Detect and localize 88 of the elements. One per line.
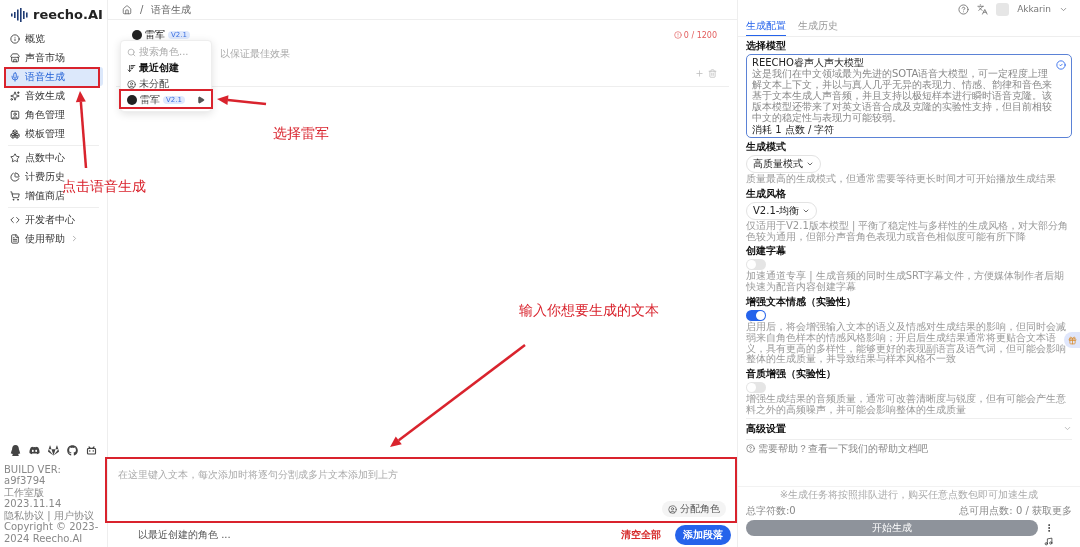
model-name: REECHO睿声人声大模型: [752, 57, 865, 68]
user-icon: [127, 79, 136, 89]
tv-icon[interactable]: [86, 444, 97, 456]
model-description: 这是我们在中文领域最为先进的SOTA语音大模型，可一定程度上理解文本上下文，并以与真人几乎无异的表现力、情感、韵律和音色来基于文本生成人声音频，并且支持以极短样本进行瞬时语音克隆。该版本模型还带来了对英文语音合成及克隆的实验性支持，但目前相较中文的稳定性与表现力可能较弱。: [752, 68, 1053, 123]
avatar-icon: [132, 30, 142, 40]
section-title: 选择模型: [746, 39, 787, 53]
model-card[interactable]: REECHO睿声人声大模型 这是我们在中文领域最为先进的SOTA语音大模型，可一定程度上理解文本上下文，并以与真人几乎无异的表现力、情感、韵律和音色来基于文本生成人声音频，并且支持以极短样本进行瞬时语音克隆。该版本模型还带来了对英文语音合成及克隆的实验性支持，但目前相较中文的稳定性与表现力可能较弱。 消耗 1 点数 / 字符: [746, 54, 1072, 138]
home-icon[interactable]: [122, 4, 132, 15]
nav-item[interactable]: 使用帮助: [4, 229, 85, 248]
check-icon: [1056, 60, 1066, 70]
star-icon: [10, 152, 20, 163]
annotation-arrow: [217, 95, 267, 106]
nav-item[interactable]: 开发者中心: [4, 210, 81, 229]
code-icon: [10, 214, 20, 225]
logo[interactable]: reecho.AI: [4, 0, 103, 29]
tab[interactable]: 生成配置: [746, 18, 786, 36]
default-role-text: 以最近创建的角色 ...: [138, 527, 232, 542]
search-icon: [127, 47, 136, 57]
section-title: 高级设置: [746, 421, 786, 436]
annotation-label: 输入你想要生成的文本: [519, 302, 659, 320]
toggle-switch[interactable]: [746, 382, 766, 394]
sort-icon: [127, 63, 136, 73]
gift-icon: [1067, 335, 1077, 345]
help-icon[interactable]: [958, 3, 970, 15]
menu-item[interactable]: 未分配: [124, 76, 208, 92]
help-icon: [746, 444, 755, 454]
user-icon: [668, 504, 677, 514]
chevron-icon: [70, 234, 79, 243]
boxes-icon: [10, 128, 20, 139]
hint-text: 质量最高的生成模式，但通常需要等待更长时间才可开始播放生成结果: [746, 174, 1057, 185]
section-title: 音质增强（实验性）: [746, 367, 837, 382]
breadcrumb-item[interactable]: 语音生成: [151, 2, 192, 17]
sound-wave-icon: [10, 7, 30, 22]
hint-text: 仅适用于V2.1版本模型 | 平衡了稳定性与多样性的生成风格，对大部分角色较为通用，但部分声音角色表现力或音色相似度可能有所下降: [746, 220, 1070, 243]
hint-text: 增强生成结果的音频质量，通常可改善清晰度与锐度，但有可能会产生意料之外的高频噪声，并可能会影响整体的生成质量: [746, 394, 1067, 416]
segment-hint: 以保证最佳效果: [220, 47, 291, 61]
section-title: 生成模式: [746, 140, 787, 154]
info-icon: [10, 33, 20, 44]
char-count: 总字符数:0: [746, 504, 796, 518]
points-text[interactable]: 总可用点数: 0 / 获取更多: [959, 504, 1072, 518]
section-title: 增强文本情感（实验性）: [746, 295, 857, 309]
gift-button[interactable]: [1064, 332, 1080, 348]
caret-icon: [806, 160, 814, 168]
nav-item[interactable]: 点数中心: [4, 148, 71, 167]
sparkles-icon: [10, 90, 20, 101]
alert-icon: [673, 31, 682, 39]
annotation-label: 选择雷军: [273, 125, 329, 143]
build-info: 工作室版 2023.11.14: [4, 486, 63, 510]
nav-item[interactable]: 概览: [4, 29, 51, 48]
discord-icon[interactable]: [29, 444, 40, 456]
user-name[interactable]: Akkarin: [1017, 4, 1051, 14]
toggle-switch[interactable]: [746, 259, 766, 271]
add-paragraph-button[interactable]: 添加段落: [675, 524, 731, 545]
fox-icon[interactable]: [48, 444, 59, 456]
translate-icon[interactable]: [977, 3, 989, 15]
clear-all-button[interactable]: 清空全部: [615, 526, 667, 543]
help-link[interactable]: 需要帮助？查看一下我们的帮助文档吧: [758, 441, 928, 456]
pie-chart-icon: [10, 171, 20, 182]
assign-role-button[interactable]: 分配角色: [662, 501, 726, 517]
build-info: BUILD VER: a9f3794: [4, 463, 62, 487]
nav-item[interactable]: 音效生成: [4, 86, 71, 105]
store-icon: [10, 52, 20, 63]
music-icon: [1043, 537, 1053, 546]
build-info: 隐私协议 | 用户协议: [4, 509, 95, 521]
menu-item[interactable]: 最近创建: [124, 60, 208, 76]
nav-item[interactable]: 模板管理: [4, 124, 71, 143]
section-title: 创建字幕: [746, 244, 787, 259]
hint-text: 加速通道专享 | 生成音频的同时生成SRT字幕文件，方便媒体制作者后期快速为配音内容创建字幕: [746, 271, 1066, 293]
nav-item[interactable]: 声音市场: [4, 48, 71, 67]
model-cost: 消耗 1 点数 / 字符: [752, 124, 836, 135]
toggle-switch[interactable]: [746, 310, 766, 321]
breadcrumb-separator: /: [140, 4, 144, 15]
advanced-settings[interactable]: 高级设置: [746, 417, 1072, 440]
char-counter: 0 / 1200: [673, 30, 717, 40]
github-icon[interactable]: [67, 444, 78, 456]
penguin-icon[interactable]: [10, 444, 21, 456]
nav-item[interactable]: 角色管理: [4, 105, 71, 124]
user-card-icon: [10, 109, 20, 120]
queue-note: ※生成任务将按照排队进行，购买任意点数包即可加速生成: [778, 488, 1040, 502]
avatar-icon: [127, 95, 137, 105]
cart-icon: [10, 190, 20, 201]
section-title: 生成风格: [746, 186, 787, 201]
play-icon: [197, 96, 205, 104]
annotation-label: 点击语音生成: [62, 178, 146, 194]
microphone-icon: [10, 71, 20, 82]
role-name: 雷军: [145, 28, 165, 42]
build-info: Copyright © 2023-2024 Reecho.AI: [4, 521, 100, 544]
document-icon: [10, 233, 20, 244]
